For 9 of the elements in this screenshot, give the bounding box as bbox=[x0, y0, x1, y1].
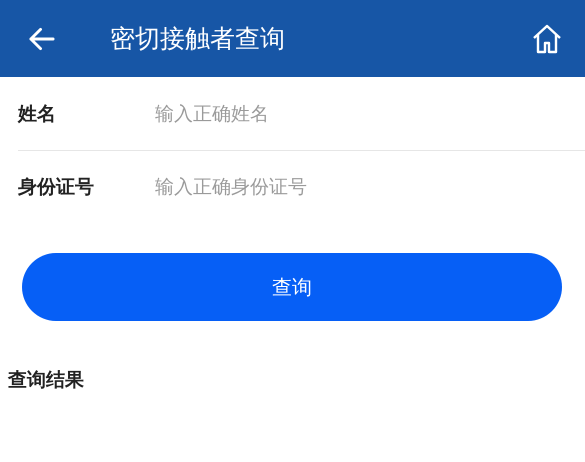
field-label: 姓名 bbox=[18, 102, 57, 126]
input-field[interactable]: 输入正确身份证号 bbox=[155, 176, 585, 198]
page-title: 密切接触者查询 bbox=[110, 23, 286, 55]
query-button[interactable]: 查询 bbox=[22, 253, 562, 321]
results-heading: 查询结果 bbox=[8, 368, 84, 393]
home-icon[interactable] bbox=[531, 22, 563, 54]
back-arrow-icon[interactable] bbox=[28, 26, 55, 50]
input-field[interactable]: 输入正确姓名 bbox=[155, 102, 585, 124]
field-label: 身份证号 bbox=[18, 175, 95, 200]
